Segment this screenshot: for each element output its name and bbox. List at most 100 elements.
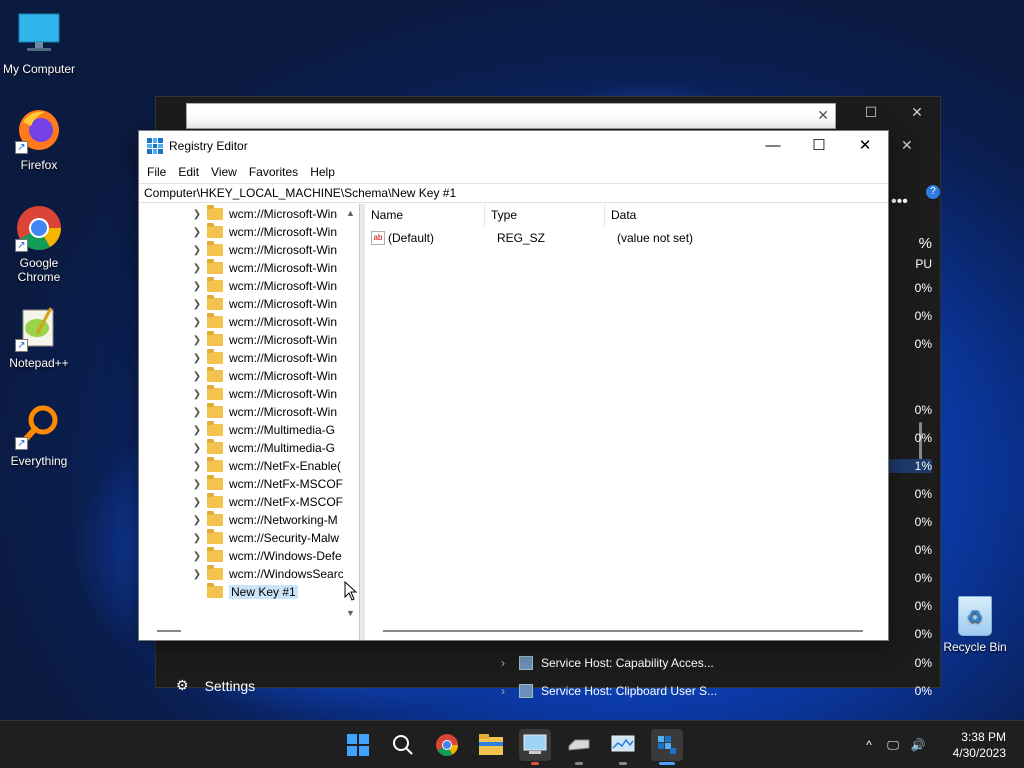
tree-key[interactable]: ❯ wcm://Microsoft-Win: [139, 259, 343, 277]
tree-hscroll-thumb[interactable]: [157, 630, 181, 632]
tree-key[interactable]: ❯ wcm://Microsoft-Win: [139, 385, 343, 403]
tree-key[interactable]: ❯ wcm://Microsoft-Win: [139, 205, 343, 223]
value-type: REG_SZ: [497, 231, 546, 245]
tree-key[interactable]: ❯ wcm://Networking-M: [139, 511, 343, 529]
close-button[interactable]: ✕: [842, 131, 888, 161]
taskbar-registry-editor[interactable]: [651, 729, 683, 765]
tree-key[interactable]: ❯ wcm://Microsoft-Win: [139, 241, 343, 259]
chevron-right-icon[interactable]: ❯: [187, 371, 207, 382]
tree-key[interactable]: ❯ wcm://WindowsSearc: [139, 565, 343, 583]
chevron-right-icon[interactable]: ❯: [187, 263, 207, 274]
desktop-icon-notepadpp[interactable]: ↗ Notepad++: [1, 304, 77, 370]
desktop-icon-firefox[interactable]: ↗ Firefox: [1, 106, 77, 172]
tree-key[interactable]: ❯ wcm://Microsoft-Win: [139, 367, 343, 385]
chevron-right-icon[interactable]: ❯: [187, 227, 207, 238]
tree-key-label: wcm://Multimedia-G: [229, 423, 336, 437]
tree-key[interactable]: ❯ wcm://Microsoft-Win: [139, 331, 343, 349]
chevron-right-icon[interactable]: ❯: [187, 209, 207, 220]
chevron-right-icon[interactable]: ❯: [187, 461, 207, 472]
process-row[interactable]: › Service Host: Capability Acces...: [501, 649, 916, 677]
more-options-button[interactable]: •••: [891, 193, 908, 211]
tree-key[interactable]: ❯ wcm://NetFx-Enable(: [139, 457, 343, 475]
taskbar-remote-desktop[interactable]: [519, 729, 551, 765]
tree-key[interactable]: ❯ wcm://Windows-Defe: [139, 547, 343, 565]
tree-key-label: wcm://Microsoft-Win: [229, 369, 337, 383]
close-button[interactable]: ✕: [894, 104, 940, 121]
chevron-right-icon[interactable]: ❯: [187, 353, 207, 364]
chevron-right-icon[interactable]: ❯: [187, 497, 207, 508]
search-button[interactable]: [387, 729, 419, 761]
values-pane[interactable]: Name Type Data ab (Default) REG_SZ (valu…: [365, 204, 888, 640]
menu-help[interactable]: Help: [304, 165, 341, 179]
taskbar-file-explorer[interactable]: [475, 729, 507, 761]
taskbar-chrome[interactable]: [431, 729, 463, 761]
scroll-up-icon[interactable]: ▲: [346, 208, 355, 218]
tree-key[interactable]: ❯ wcm://NetFx-MSCOF: [139, 493, 343, 511]
chevron-right-icon[interactable]: ❯: [187, 425, 207, 436]
chevron-right-icon[interactable]: ❯: [187, 281, 207, 292]
tree-key-label: wcm://Microsoft-Win: [229, 243, 337, 257]
chevron-right-icon[interactable]: ❯: [187, 551, 207, 562]
column-header-type[interactable]: Type: [485, 204, 605, 226]
scroll-down-icon[interactable]: ▼: [346, 608, 355, 618]
menu-view[interactable]: View: [205, 165, 243, 179]
values-hscroll-thumb[interactable]: [383, 630, 863, 632]
chevron-right-icon[interactable]: ❯: [187, 515, 207, 526]
tree-key[interactable]: ❯ wcm://Microsoft-Win: [139, 349, 343, 367]
chevron-right-icon[interactable]: ❯: [187, 443, 207, 454]
menu-favorites[interactable]: Favorites: [243, 165, 304, 179]
chevron-right-icon[interactable]: ❯: [187, 317, 207, 328]
close-icon[interactable]: ✕: [901, 137, 913, 154]
show-hidden-icons-chevron-icon[interactable]: ^: [858, 738, 880, 752]
settings-nav-item[interactable]: ⚙ Settings: [176, 677, 255, 694]
start-button[interactable]: [342, 729, 374, 761]
tree-key[interactable]: ❯ wcm://NetFx-MSCOF: [139, 475, 343, 493]
settings-label: Settings: [204, 677, 256, 694]
key-tree[interactable]: ▲ ▼ ❯ wcm://Microsoft-Win ❯ wcm://Microsoft…: [139, 204, 360, 640]
desktop-icon-my-computer[interactable]: My Computer: [1, 10, 77, 76]
chevron-right-icon[interactable]: ❯: [187, 299, 207, 310]
tree-key[interactable]: ❯ wcm://Multimedia-G: [139, 421, 343, 439]
process-row[interactable]: › Service Host: Clipboard User S...: [501, 677, 916, 705]
task-manager-search-input[interactable]: ✕: [186, 103, 836, 129]
clear-search-icon[interactable]: ✕: [817, 107, 829, 124]
registry-editor-window[interactable]: Registry Editor — ☐ ✕ File Edit View Fav…: [138, 130, 889, 641]
help-icon[interactable]: ?: [926, 185, 940, 199]
tree-key[interactable]: ❯ wcm://Security-Malw: [139, 529, 343, 547]
menu-file[interactable]: File: [141, 165, 172, 179]
tree-key[interactable]: ❯ wcm://Multimedia-G: [139, 439, 343, 457]
tree-key[interactable]: ❯ wcm://Microsoft-Win: [139, 295, 343, 313]
tree-key-selected[interactable]: New Key #1: [139, 583, 298, 601]
desktop-icon-recycle-bin[interactable]: ♻ Recycle Bin: [940, 596, 1010, 654]
chevron-right-icon[interactable]: ❯: [187, 335, 207, 346]
chevron-right-icon[interactable]: ❯: [187, 389, 207, 400]
column-header-name[interactable]: Name: [365, 204, 485, 226]
network-icon[interactable]: 🖵: [880, 738, 906, 753]
chevron-right-icon[interactable]: ›: [501, 684, 519, 698]
taskbar-resource-monitor[interactable]: [607, 729, 639, 765]
address-bar[interactable]: Computer\HKEY_LOCAL_MACHINE\Schema\New K…: [139, 183, 888, 203]
tree-key[interactable]: ❯ wcm://Microsoft-Win: [139, 277, 343, 295]
clock[interactable]: 3:38 PM 4/30/2023: [953, 729, 1006, 761]
chevron-right-icon[interactable]: ❯: [187, 533, 207, 544]
volume-icon[interactable]: 🔊: [906, 738, 930, 752]
tree-key[interactable]: ❯ wcm://Microsoft-Win: [139, 223, 343, 241]
maximize-button[interactable]: ☐: [848, 104, 894, 121]
chevron-right-icon[interactable]: ❯: [187, 407, 207, 418]
taskbar-drive[interactable]: [563, 729, 595, 765]
value-row[interactable]: ab (Default) REG_SZ (value not set): [365, 228, 693, 248]
desktop-icon-everything[interactable]: ↗ Everything: [1, 402, 77, 468]
maximize-button[interactable]: ☐: [796, 131, 842, 161]
tree-key[interactable]: ❯ wcm://Microsoft-Win: [139, 403, 343, 421]
chevron-right-icon[interactable]: ❯: [187, 569, 207, 580]
desktop-icon-chrome[interactable]: ↗ Google Chrome: [1, 204, 77, 284]
column-header-data[interactable]: Data: [605, 204, 805, 226]
menu-edit[interactable]: Edit: [172, 165, 205, 179]
chevron-right-icon[interactable]: ❯: [187, 245, 207, 256]
chevron-right-icon[interactable]: ›: [501, 656, 519, 670]
cpu-column-header-pct[interactable]: %: [886, 235, 932, 252]
tree-key[interactable]: ❯ wcm://Microsoft-Win: [139, 313, 343, 331]
minimize-button[interactable]: —: [750, 131, 796, 161]
chevron-right-icon[interactable]: ❯: [187, 479, 207, 490]
tree-scrollbar[interactable]: ▲ ▼: [341, 204, 359, 640]
